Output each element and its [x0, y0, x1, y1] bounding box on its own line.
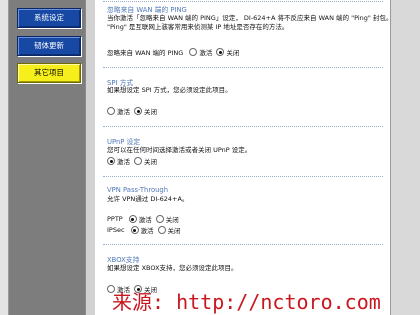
ipsec-disable-radio[interactable]	[157, 226, 166, 234]
divider	[103, 1, 383, 2]
vpn-section-title: VPN Pass-Through	[107, 186, 169, 194]
system-settings-button[interactable]: 系统设定	[17, 8, 81, 28]
pptp-enable-radio[interactable]	[128, 215, 137, 223]
pptp-disable-label: 关闭	[165, 216, 179, 224]
vpn-description: 允许 VPN通过 DI-624+A。	[107, 195, 189, 203]
ping-description-line1: 当你激活「忽略来自 WAN 端的 PING」设定， DI-624+A 将不反应来…	[107, 14, 390, 22]
xbox-section-title: XBOX支持	[107, 256, 140, 264]
outer-frame-right	[390, 0, 420, 315]
spi-description: 如果想设定 SPI 方式，您必须设定此项目。	[107, 86, 232, 94]
ipsec-enable-label: 激活	[140, 227, 154, 235]
outer-frame-left	[0, 0, 9, 315]
ping-enable-label: 激活	[199, 49, 213, 57]
sidebar: 系统设定 韧体更新 其它项目	[9, 0, 85, 315]
upnp-enable-radio[interactable]	[107, 157, 115, 165]
upnp-disable-label: 关闭	[144, 158, 157, 166]
pptp-option-row: PPTP 激活 关闭	[107, 214, 183, 224]
ping-field-label: 忽略来自 WAN 端的 PING	[107, 49, 184, 57]
ping-section-title: 忽略来自 WAN 端的 PING	[107, 6, 187, 14]
spi-enable-radio[interactable]	[107, 107, 115, 115]
pptp-label: PPTP	[107, 215, 123, 223]
ipsec-enable-radio[interactable]	[130, 226, 139, 234]
source-watermark: 来源: http://nctoro.com	[112, 290, 381, 314]
other-items-button[interactable]: 其它项目	[17, 63, 81, 83]
divider	[103, 126, 383, 127]
pptp-enable-label: 激活	[138, 216, 152, 224]
divider	[103, 176, 383, 177]
spi-disable-radio[interactable]	[134, 107, 142, 115]
ping-option-row: 忽略来自 WAN 端的 PING 激活 关闭	[107, 47, 243, 57]
upnp-disable-radio[interactable]	[134, 157, 142, 165]
firmware-update-button[interactable]: 韧体更新	[17, 36, 81, 56]
ipsec-label: IPSec	[107, 226, 125, 234]
divider	[103, 244, 383, 245]
ping-disable-label: 关闭	[226, 49, 240, 57]
spi-option-row: 激活 关闭	[107, 106, 161, 116]
pptp-disable-radio[interactable]	[155, 215, 164, 223]
content-panel: 忽略来自 WAN 端的 PING 当你激活「忽略来自 WAN 端的 PING」设…	[95, 0, 390, 315]
frame-separator	[85, 0, 95, 315]
spi-enable-label: 激活	[117, 108, 130, 116]
ping-disable-radio[interactable]	[216, 48, 225, 56]
xbox-description: 如果想设定 XBOX支持，您必须设定此项目。	[107, 264, 238, 272]
upnp-enable-label: 激活	[117, 158, 130, 166]
upnp-description: 您可以在任何时间选择激活或者关闭 UPnP 设定。	[107, 146, 252, 154]
upnp-section-title: UPnP 设定	[107, 138, 141, 146]
ipsec-disable-label: 关闭	[167, 227, 181, 235]
spi-disable-label: 关闭	[144, 108, 157, 116]
ping-description-line2: "Ping" 是互联网上骇客常用来侦测某 IP 地址是否存在的方法。	[107, 23, 289, 31]
divider	[103, 67, 383, 68]
ipsec-option-row: IPSec 激活 关闭	[107, 225, 185, 235]
upnp-option-row: 激活 关闭	[107, 156, 161, 166]
ping-enable-radio[interactable]	[189, 48, 198, 56]
